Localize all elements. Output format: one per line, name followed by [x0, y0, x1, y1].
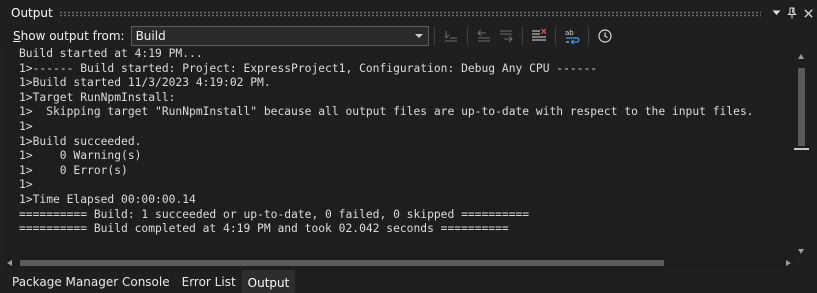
window-title: Output — [11, 6, 53, 20]
output-source-value: Build — [135, 29, 166, 43]
scroll-left-icon[interactable] — [7, 260, 12, 266]
go-to-line-icon[interactable] — [441, 26, 461, 46]
output-source-select[interactable]: Build — [130, 26, 429, 46]
output-line: 1> 0 Error(s) — [19, 163, 128, 177]
output-line: 1> — [19, 178, 33, 192]
bottom-tab-strip: Package Manager Console Error List Outpu… — [0, 270, 817, 293]
output-line: 1> — [19, 119, 33, 133]
output-line: 1>Target RunNpmInstall: — [19, 90, 176, 104]
clear-all-icon[interactable] — [529, 26, 549, 46]
next-message-icon[interactable] — [496, 26, 516, 46]
chevron-down-icon[interactable] — [769, 5, 783, 21]
toggle-timestamp-icon[interactable] — [595, 26, 615, 46]
toggle-word-wrap-icon[interactable]: ab — [562, 26, 582, 46]
vertical-scroll-thumb[interactable] — [798, 68, 805, 146]
scroll-down-icon[interactable] — [798, 249, 804, 254]
output-line: 1> Skipping target "RunNpmInstall" becau… — [19, 105, 754, 119]
title-grip — [58, 10, 761, 17]
scroll-up-icon[interactable] — [798, 54, 804, 59]
output-window: Output Show output from: Build ab Build … — [0, 0, 817, 293]
output-line: 1>Build started 11/3/2023 4:19:02 PM. — [19, 76, 271, 90]
output-line: ========== Build: 1 succeeded or up-to-d… — [19, 207, 530, 221]
svg-text:ab: ab — [565, 29, 574, 37]
show-output-from-label: Show output from: — [13, 29, 125, 43]
tab-package-manager-console[interactable]: Package Manager Console — [0, 270, 176, 293]
previous-message-icon[interactable] — [474, 26, 494, 46]
horizontal-scrollbar[interactable] — [4, 256, 794, 270]
window-titlebar[interactable]: Output — [4, 4, 815, 22]
caret-position-marker — [794, 148, 809, 150]
scroll-right-icon[interactable] — [786, 260, 791, 266]
output-text-area[interactable]: Build started at 4:19 PM... 1>------ Bui… — [4, 47, 794, 256]
output-line: 1>Time Elapsed 00:00:00.14 — [19, 192, 196, 206]
close-icon[interactable] — [801, 5, 815, 21]
toolbar-separator — [466, 27, 468, 45]
toolbar-separator — [521, 27, 523, 45]
toolbar-separator — [433, 27, 435, 45]
output-line: 1>------ Build started: Project: Express… — [19, 61, 598, 75]
output-line: ========== Build completed at 4:19 PM an… — [19, 222, 509, 236]
pin-icon[interactable] — [785, 5, 799, 21]
output-line: 1>Build succeeded. — [19, 134, 142, 148]
tab-output[interactable]: Output — [241, 270, 296, 293]
output-line: Build started at 4:19 PM... — [19, 47, 203, 60]
toolbar-separator — [587, 27, 589, 45]
output-toolbar: Show output from: Build ab — [0, 24, 817, 48]
vertical-scrollbar[interactable] — [794, 52, 809, 256]
output-line: 1> 0 Warning(s) — [19, 149, 142, 163]
toolbar-separator — [554, 27, 556, 45]
chevron-down-icon — [414, 34, 423, 38]
tab-error-list[interactable]: Error List — [176, 270, 242, 293]
horizontal-scroll-thumb[interactable] — [20, 260, 664, 266]
